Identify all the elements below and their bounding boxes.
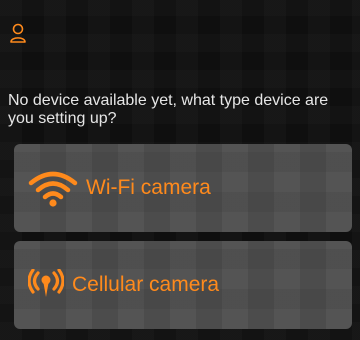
cellular-camera-label: Cellular camera [72, 273, 220, 296]
wifi-camera-option[interactable]: Wi-Fi camera [14, 144, 352, 232]
wifi-camera-label: Wi-Fi camera [86, 176, 211, 199]
cellular-signal-icon [28, 269, 64, 301]
wifi-icon [28, 168, 78, 208]
no-device-prompt: No device available yet, what type devic… [8, 92, 329, 127]
profile-button[interactable] [8, 22, 28, 44]
cellular-camera-option[interactable]: Cellular camera [14, 241, 352, 329]
person-icon [8, 23, 28, 48]
